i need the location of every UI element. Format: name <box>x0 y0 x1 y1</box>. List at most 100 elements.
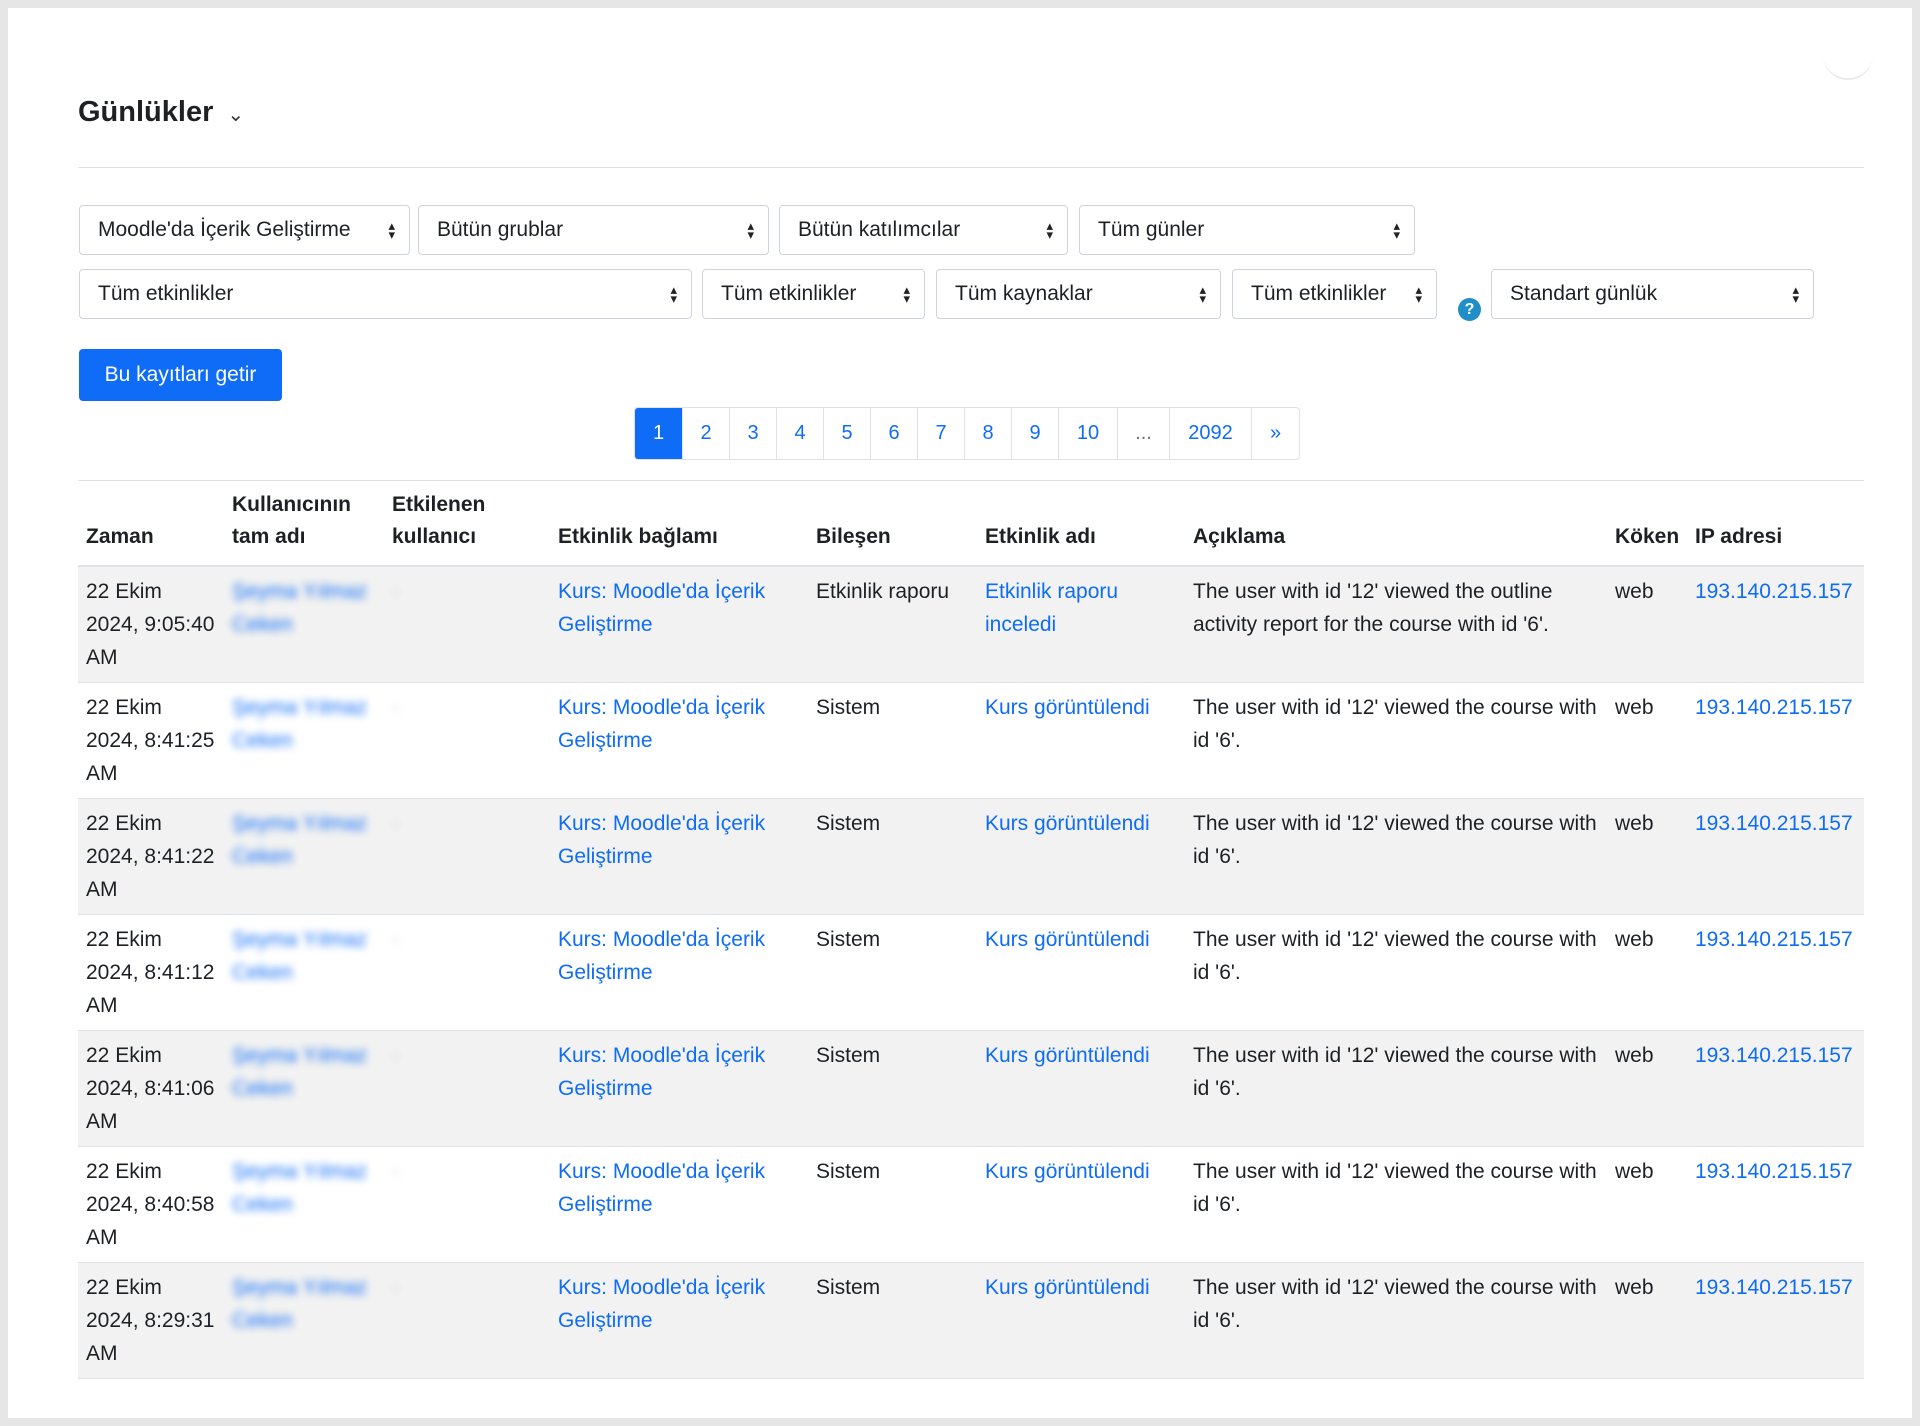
origin-cell: web <box>1607 914 1687 1031</box>
page-next-button[interactable]: » <box>1252 408 1299 459</box>
sources-select[interactable]: Tüm kaynaklar ▴ ▾ <box>936 269 1221 319</box>
get-logs-button[interactable]: Bu kayıtları getir <box>79 349 282 401</box>
page-link[interactable]: 10 <box>1059 408 1118 459</box>
participants-select-value: Bütün katılımcılar <box>798 218 961 241</box>
context-link[interactable]: Kurs: Moodle'da İçerik Geliştirme <box>558 1044 765 1100</box>
user-link[interactable]: Şeyma Yılmaz Ceken <box>232 1044 367 1100</box>
participants-select[interactable]: Bütün katılımcılar ▴ ▾ <box>779 205 1068 255</box>
component-cell: Etkinlik raporu <box>808 566 977 683</box>
page-link[interactable]: 4 <box>777 408 824 459</box>
user-cell: Şeyma Yılmaz Ceken <box>224 1030 384 1147</box>
groups-select[interactable]: Bütün grublar ▴ ▾ <box>418 205 769 255</box>
page-link[interactable]: 2 <box>683 408 730 459</box>
sort-arrows-icon: ▴ ▾ <box>1415 282 1422 306</box>
user-cell: Şeyma Yılmaz Ceken <box>224 798 384 915</box>
affected-value: - <box>392 927 399 951</box>
table-row: 22 Ekim 2024, 9:05:40 AM Şeyma Yılmaz Ce… <box>78 566 1864 683</box>
affected-cell: - <box>384 914 550 1031</box>
page-link[interactable]: 7 <box>918 408 965 459</box>
affected-value: - <box>392 811 399 835</box>
user-link[interactable]: Şeyma Yılmaz Ceken <box>232 696 367 752</box>
context-link[interactable]: Kurs: Moodle'da İçerik Geliştirme <box>558 1160 765 1216</box>
event-link[interactable]: Kurs görüntülendi <box>985 1276 1150 1299</box>
user-link[interactable]: Şeyma Yılmaz Ceken <box>232 580 367 636</box>
origin-cell: web <box>1607 1030 1687 1147</box>
user-link[interactable]: Şeyma Yılmaz Ceken <box>232 1160 367 1216</box>
ip-link[interactable]: 193.140.215.157 <box>1695 696 1853 719</box>
header-divider <box>78 167 1864 168</box>
table-row: 22 Ekim 2024, 8:41:25 AM Şeyma Yılmaz Ce… <box>78 682 1864 799</box>
user-cell: Şeyma Yılmaz Ceken <box>224 566 384 683</box>
logs-table: Zaman Kullanıcının tam adı Etkilenen kul… <box>78 480 1864 1379</box>
page-link[interactable]: 6 <box>871 408 918 459</box>
ip-link[interactable]: 193.140.215.157 <box>1695 1044 1853 1067</box>
ip-link[interactable]: 193.140.215.157 <box>1695 1160 1853 1183</box>
event-cell: Etkinlik raporu inceledi <box>977 566 1185 683</box>
origin-cell: web <box>1607 682 1687 799</box>
event-link[interactable]: Kurs görüntülendi <box>985 696 1150 719</box>
col-header-event-context: Etkinlik bağlamı <box>550 480 808 567</box>
context-link[interactable]: Kurs: Moodle'da İçerik Geliştirme <box>558 928 765 984</box>
context-link[interactable]: Kurs: Moodle'da İçerik Geliştirme <box>558 812 765 868</box>
sort-arrows-icon: ▴ ▾ <box>670 282 677 306</box>
component-cell: Sistem <box>808 798 977 915</box>
context-link[interactable]: Kurs: Moodle'da İçerik Geliştirme <box>558 696 765 752</box>
user-cell: Şeyma Yılmaz Ceken <box>224 1146 384 1263</box>
event-link[interactable]: Kurs görüntülendi <box>985 812 1150 835</box>
user-link[interactable]: Şeyma Yılmaz Ceken <box>232 812 367 868</box>
table-row: 22 Ekim 2024, 8:29:31 AM Şeyma Yılmaz Ce… <box>78 1262 1864 1379</box>
description-cell: The user with id '12' viewed the course … <box>1185 914 1607 1031</box>
page-link[interactable]: 9 <box>1012 408 1059 459</box>
actions-select[interactable]: Tüm etkinlikler ▴ ▾ <box>702 269 925 319</box>
affected-cell: - <box>384 798 550 915</box>
event-cell: Kurs görüntülendi <box>977 1030 1185 1147</box>
event-link[interactable]: Kurs görüntülendi <box>985 928 1150 951</box>
affected-cell: - <box>384 682 550 799</box>
edulevel-select[interactable]: Tüm etkinlikler ▴ ▾ <box>1232 269 1437 319</box>
time-cell: 22 Ekim 2024, 8:41:22 AM <box>78 798 224 915</box>
page-link[interactable]: 3 <box>730 408 777 459</box>
ip-link[interactable]: 193.140.215.157 <box>1695 928 1853 951</box>
chevron-down-icon[interactable]: ⌄ <box>227 102 244 127</box>
ip-cell: 193.140.215.157 <box>1687 1146 1864 1263</box>
ip-link[interactable]: 193.140.215.157 <box>1695 580 1853 603</box>
time-cell: 22 Ekim 2024, 8:29:31 AM <box>78 1262 224 1379</box>
page-header[interactable]: Günlükler ⌄ <box>78 96 244 129</box>
context-cell: Kurs: Moodle'da İçerik Geliştirme <box>550 1146 808 1263</box>
days-select[interactable]: Tüm günler ▴ ▾ <box>1079 205 1415 255</box>
col-header-component: Bileşen <box>808 480 977 567</box>
ip-link[interactable]: 193.140.215.157 <box>1695 812 1853 835</box>
logreader-select-value: Standart günlük <box>1510 282 1658 305</box>
event-link[interactable]: Kurs görüntülendi <box>985 1044 1150 1067</box>
context-link[interactable]: Kurs: Moodle'da İçerik Geliştirme <box>558 580 765 636</box>
description-cell: The user with id '12' viewed the course … <box>1185 1030 1607 1147</box>
event-link[interactable]: Kurs görüntülendi <box>985 1160 1150 1183</box>
user-cell: Şeyma Yılmaz Ceken <box>224 682 384 799</box>
logreader-select[interactable]: Standart günlük ▴ ▾ <box>1491 269 1814 319</box>
page-link-last[interactable]: 2092 <box>1170 408 1252 459</box>
event-link[interactable]: Etkinlik raporu inceledi <box>985 580 1118 636</box>
col-header-fullname[interactable]: Kullanıcının tam adı <box>224 480 384 567</box>
page-link[interactable]: 8 <box>965 408 1012 459</box>
user-link[interactable]: Şeyma Yılmaz Ceken <box>232 1276 367 1332</box>
help-icon[interactable]: ? <box>1458 298 1481 321</box>
user-link[interactable]: Şeyma Yılmaz Ceken <box>232 928 367 984</box>
page-link[interactable]: 5 <box>824 408 871 459</box>
ip-link[interactable]: 193.140.215.157 <box>1695 1276 1853 1299</box>
col-header-origin: Köken <box>1607 480 1687 567</box>
origin-cell: web <box>1607 1146 1687 1263</box>
course-select[interactable]: Moodle'da İçerik Geliştirme ▴ ▾ <box>79 205 410 255</box>
col-header-time[interactable]: Zaman <box>78 480 224 567</box>
activities-select[interactable]: Tüm etkinlikler ▴ ▾ <box>79 269 692 319</box>
actions-select-value: Tüm etkinlikler <box>721 282 857 305</box>
context-cell: Kurs: Moodle'da İçerik Geliştirme <box>550 1030 808 1147</box>
page-link[interactable]: 1 <box>635 408 683 459</box>
time-cell: 22 Ekim 2024, 8:41:12 AM <box>78 914 224 1031</box>
affected-value: - <box>392 580 399 603</box>
time-cell: 22 Ekim 2024, 8:41:06 AM <box>78 1030 224 1147</box>
page-ellipsis: ... <box>1118 408 1170 459</box>
sort-arrows-icon: ▴ ▾ <box>1393 218 1400 242</box>
context-link[interactable]: Kurs: Moodle'da İçerik Geliştirme <box>558 1276 765 1332</box>
table-header-row: Zaman Kullanıcının tam adı Etkilenen kul… <box>78 480 1864 567</box>
sort-arrows-icon: ▴ ▾ <box>1199 282 1206 306</box>
